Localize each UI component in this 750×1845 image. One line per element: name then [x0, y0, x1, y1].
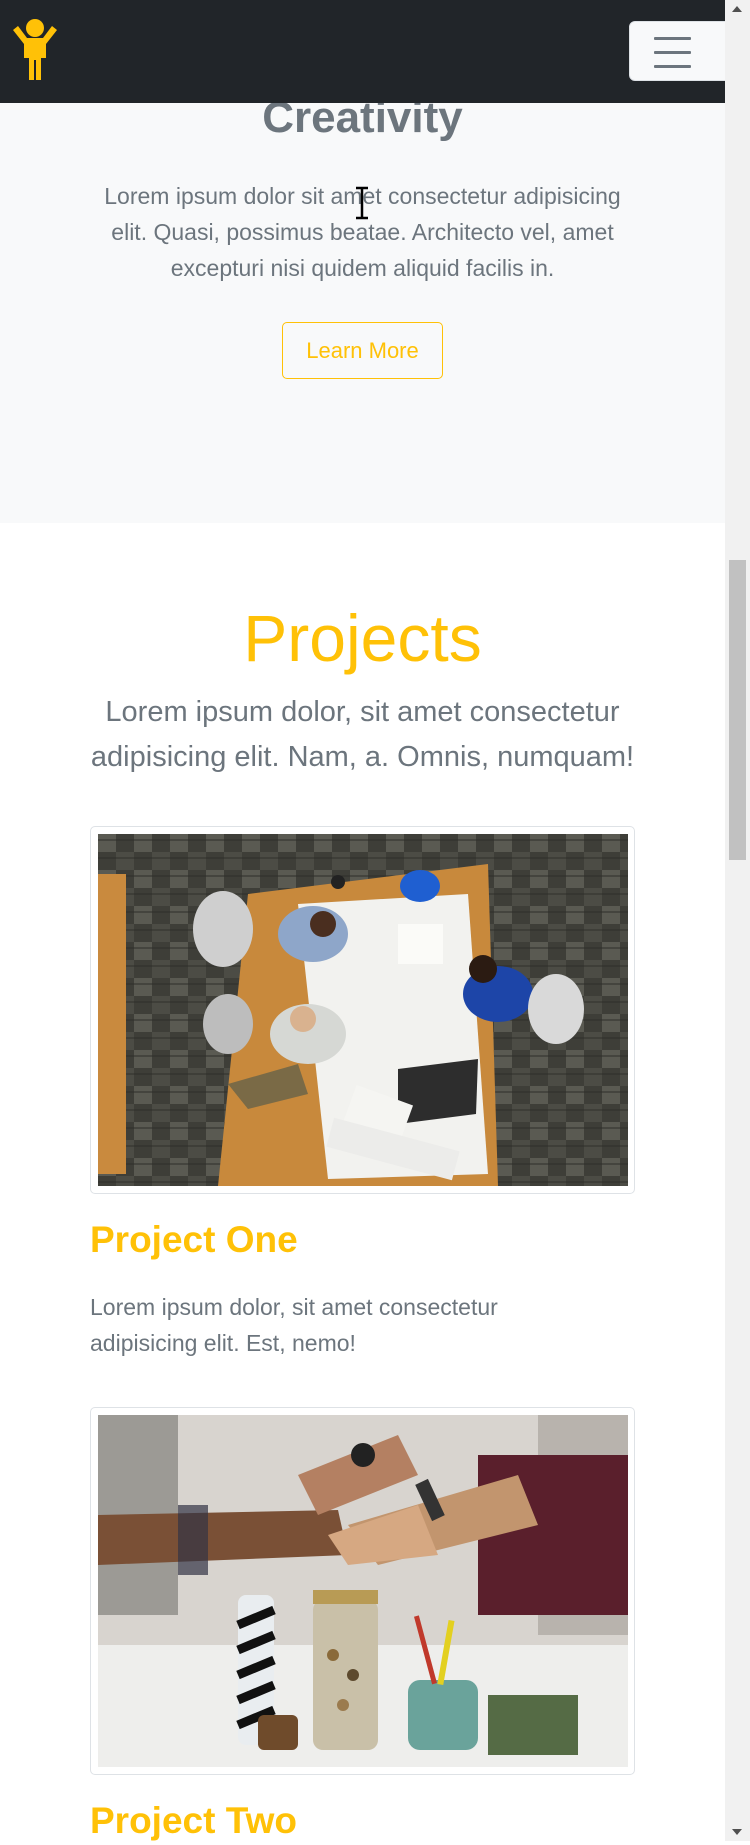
child-person-icon[interactable]: [10, 18, 60, 82]
vertical-scrollbar[interactable]: [725, 0, 750, 1841]
navbar: [0, 0, 746, 103]
scroll-up-icon[interactable]: [732, 6, 742, 12]
scroll-down-icon[interactable]: [732, 1829, 742, 1835]
scrollbar-thumb[interactable]: [729, 560, 746, 860]
project-one-image[interactable]: [90, 826, 635, 1194]
project-two-title: Project Two: [90, 1800, 297, 1841]
projects-lead: Lorem ipsum dolor, sit amet consectetur …: [90, 696, 635, 773]
hamburger-bar: [654, 65, 691, 68]
project-two-image[interactable]: [90, 1407, 635, 1775]
hamburger-bar: [654, 51, 691, 54]
projects-title: Projects: [243, 601, 482, 675]
project-one-title: Project One: [90, 1219, 298, 1260]
team-fist-bump-photo: [98, 1415, 628, 1767]
team-meeting-photo: [98, 834, 628, 1186]
hamburger-bar: [654, 37, 691, 40]
text-cursor-icon: [356, 186, 368, 220]
project-one-text: Lorem ipsum dolor, sit amet consectetur …: [90, 1294, 498, 1356]
learn-more-button[interactable]: Learn More: [282, 322, 443, 379]
